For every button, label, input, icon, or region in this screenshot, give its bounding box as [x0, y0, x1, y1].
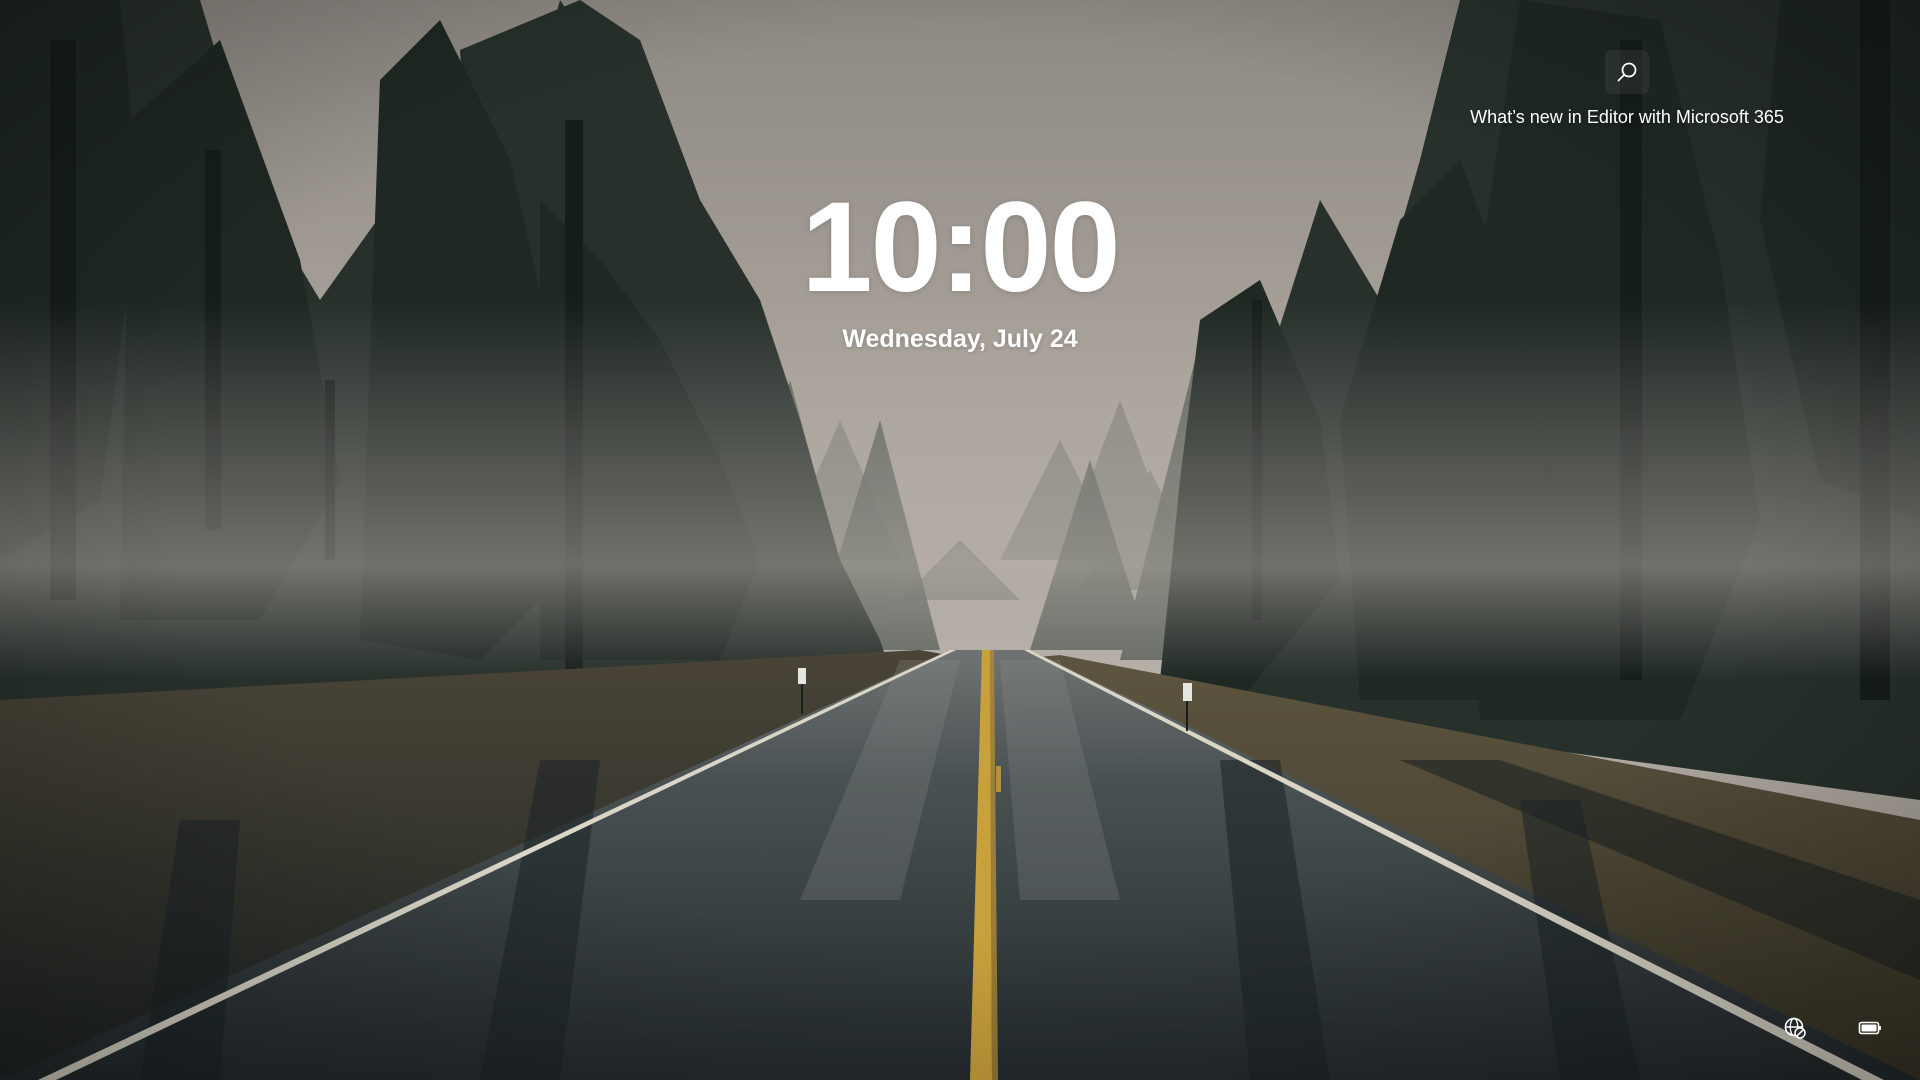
spotlight-title[interactable]: What’s new in Editor with Microsoft 365: [1450, 105, 1804, 130]
spotlight-search-button[interactable]: [1605, 50, 1649, 94]
network-button[interactable]: [1777, 1010, 1813, 1046]
clock-time: 10:00: [801, 176, 1120, 319]
network-disconnected-icon: [1784, 1017, 1806, 1039]
wallpaper-image: [0, 0, 1920, 1080]
spotlight-panel: What’s new in Editor with Microsoft 365: [1450, 50, 1804, 130]
search-icon: [1617, 62, 1637, 82]
lock-screen[interactable]: 10:00 Wednesday, July 24 What’s new in E…: [0, 0, 1920, 1080]
battery-button[interactable]: [1852, 1010, 1888, 1046]
clock-date: Wednesday, July 24: [842, 325, 1078, 353]
battery-icon: [1858, 1021, 1881, 1035]
